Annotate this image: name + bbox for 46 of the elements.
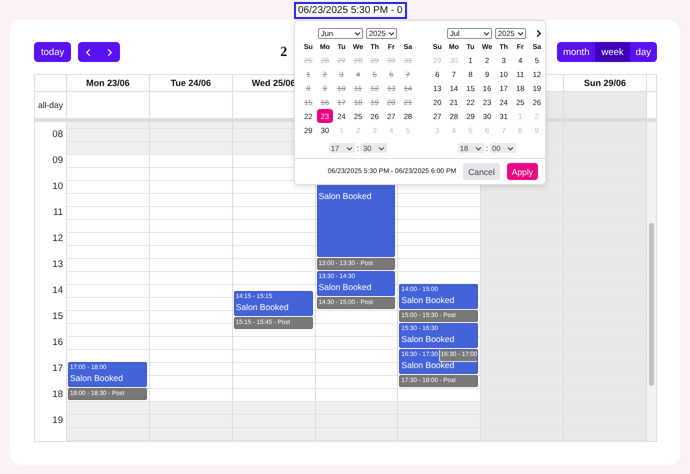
cancel-button[interactable]: Cancel <box>463 163 500 180</box>
day-header: Sun 29/06 <box>584 78 626 88</box>
event-title: Salon Booked <box>236 302 290 312</box>
caret-icon <box>354 30 361 37</box>
chevron-right-icon <box>105 48 114 56</box>
hour-label: 14 <box>52 284 63 298</box>
event-title: Salon Booked <box>401 360 456 371</box>
caret-icon <box>378 144 386 152</box>
caret-icon <box>388 30 395 37</box>
hour-label: 12 <box>52 232 63 246</box>
date-range-input[interactable]: 06/23/2025 5:30 PM - 0 <box>294 2 407 19</box>
caret-icon <box>346 144 353 152</box>
all-day-label: all-day <box>38 100 64 110</box>
hour-label: 11 <box>53 206 63 220</box>
hour-label: 19 <box>52 414 63 428</box>
caret-icon <box>483 30 490 37</box>
view-tab[interactable]: month <box>557 42 596 62</box>
hour-label: 17 <box>52 362 63 376</box>
next-button[interactable] <box>99 42 120 62</box>
today-button[interactable]: today <box>34 42 72 62</box>
caret-icon <box>507 144 514 152</box>
hour-label: 13 <box>52 258 63 272</box>
time-separator: : <box>356 144 360 152</box>
event-title: Salon Booked <box>318 282 372 293</box>
hour-label: 16 <box>52 336 63 350</box>
chevron-right-icon <box>534 29 543 38</box>
view-tab[interactable]: day <box>630 42 657 62</box>
hour-label: 18 <box>52 388 63 402</box>
scroll-thumb[interactable] <box>648 223 654 386</box>
hour-label: 15 <box>52 310 63 324</box>
calendar-title: 2 <box>280 45 288 60</box>
caret-icon <box>517 30 524 37</box>
previous-button[interactable] <box>78 42 100 62</box>
apply-button[interactable]: Apply <box>506 163 538 180</box>
event-title: Salon Booked <box>401 334 456 345</box>
day-header: Mon 23/06 <box>86 78 130 88</box>
day-header: Tue 24/06 <box>170 78 211 88</box>
event-title: Salon Booked <box>401 295 456 306</box>
hour-label: 10 <box>52 180 63 194</box>
event-title: Salon Booked <box>70 373 124 384</box>
time-separator: : <box>486 144 488 152</box>
hour-label: 09 <box>52 154 63 168</box>
event-title: Salon Booked <box>318 191 372 202</box>
caret-icon <box>474 144 482 152</box>
view-tab[interactable]: week <box>595 42 630 62</box>
hour-label: 08 <box>52 128 63 142</box>
